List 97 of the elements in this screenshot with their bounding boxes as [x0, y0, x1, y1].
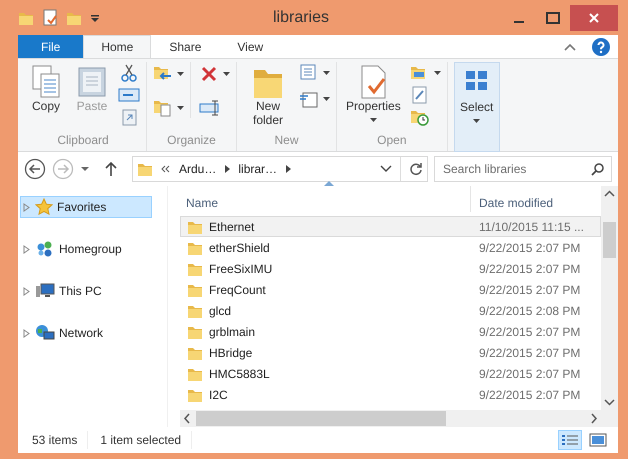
- date-modified: 9/22/2015 2:07 PM: [478, 240, 582, 256]
- group-label: Open: [376, 132, 408, 149]
- details-view-icon: [560, 432, 580, 448]
- caret-icon[interactable]: [370, 118, 377, 124]
- date-modified: 9/22/2015 2:07 PM: [478, 282, 582, 298]
- expand-arrow-icon[interactable]: [23, 202, 31, 212]
- window-title: libraries: [272, 8, 330, 28]
- date-modified: 9/22/2015 2:07 PM: [478, 324, 582, 340]
- file-name: glcd: [209, 302, 232, 320]
- rename-icon[interactable]: [199, 98, 221, 118]
- ribbon-tab[interactable]: File: [18, 35, 84, 58]
- file-row[interactable]: grblmain 9/22/2015 2:07 PM: [180, 321, 601, 342]
- nav-item[interactable]: Favorites: [20, 196, 152, 218]
- scroll-thumb[interactable]: [603, 222, 616, 258]
- column-header[interactable]: Name: [180, 194, 470, 212]
- caret-icon[interactable]: [323, 96, 330, 102]
- caret-icon[interactable]: [223, 72, 230, 76]
- easy-access-icon[interactable]: [299, 90, 319, 108]
- refresh-icon[interactable]: [409, 162, 423, 176]
- expand-arrow-icon[interactable]: [23, 328, 31, 338]
- close-icon: [588, 12, 600, 24]
- nav-item[interactable]: Network: [20, 322, 152, 344]
- ribbon-button[interactable]: Properties: [343, 62, 404, 130]
- date-modified: 9/22/2015 2:07 PM: [478, 260, 582, 278]
- sort-arrow-icon: [324, 180, 334, 186]
- caret-icon[interactable]: [434, 70, 441, 76]
- breadcrumb[interactable]: librar…: [238, 160, 278, 178]
- large-icons-view-icon: [588, 432, 608, 448]
- group-label: New: [273, 132, 300, 149]
- file-row[interactable]: glcd 9/22/2015 2:08 PM: [180, 300, 601, 321]
- file-row[interactable]: HMC5883L 9/22/2015 2:07 PM: [180, 363, 601, 384]
- select-button[interactable]: Select: [454, 62, 500, 152]
- file-row[interactable]: Ethernet 11/10/2015 11:15 ...: [180, 216, 601, 237]
- expand-arrow-icon[interactable]: [23, 286, 31, 296]
- file-name: etherShield: [209, 240, 270, 256]
- nav-item[interactable]: This PC: [20, 280, 152, 302]
- file-row[interactable]: HBridge 9/22/2015 2:07 PM: [180, 342, 601, 363]
- dropdown-icon[interactable]: [380, 165, 392, 173]
- collapse-ribbon-icon[interactable]: [564, 42, 576, 52]
- delete-icon[interactable]: [199, 64, 219, 84]
- copy-path-icon[interactable]: [118, 86, 140, 104]
- close-button[interactable]: [570, 4, 618, 30]
- file-name: FreeSixIMU: [209, 260, 272, 278]
- expand-arrow-icon[interactable]: [23, 244, 31, 254]
- computer-icon: [35, 282, 55, 300]
- overflow-chevron-icon[interactable]: [161, 165, 171, 173]
- file-row[interactable]: etherShield 9/22/2015 2:07 PM: [180, 237, 601, 258]
- chevron-right-icon[interactable]: [224, 165, 230, 173]
- ribbon-tab[interactable]: View: [219, 35, 282, 58]
- up-button[interactable]: [104, 161, 118, 177]
- file-row[interactable]: FreeSixIMU 9/22/2015 2:07 PM: [180, 258, 601, 279]
- file-name: I2C: [209, 386, 228, 404]
- group-label: Clipboard: [56, 132, 110, 149]
- customize-menu-icon[interactable]: [90, 12, 100, 22]
- ribbon-button[interactable]: Copy: [26, 62, 66, 116]
- search-icon[interactable]: [591, 162, 605, 176]
- file-row[interactable]: I2C 9/22/2015 2:07 PM: [180, 384, 601, 405]
- date-modified: 9/22/2015 2:07 PM: [478, 344, 582, 362]
- ribbon-button[interactable]: New folder: [243, 62, 293, 130]
- minimize-icon: [514, 20, 524, 22]
- caret-icon[interactable]: [177, 106, 184, 110]
- file-name: HMC5883L: [209, 366, 270, 382]
- view-button[interactable]: [558, 430, 582, 450]
- maximize-icon: [546, 12, 560, 24]
- file-name: HBridge: [209, 344, 252, 362]
- nav-item[interactable]: Homegroup: [20, 238, 152, 260]
- star-icon: [35, 198, 53, 216]
- history-icon[interactable]: [410, 108, 430, 126]
- chevron-right-icon[interactable]: [285, 165, 292, 173]
- ribbon-tab[interactable]: Share: [151, 35, 220, 58]
- search-box[interactable]: Search libraries: [434, 156, 612, 182]
- horizontal-scrollbar[interactable]: [180, 410, 618, 427]
- breadcrumb[interactable]: Ardu…: [179, 160, 216, 178]
- caret-icon[interactable]: [177, 72, 184, 76]
- ribbon-tab[interactable]: Home: [83, 35, 152, 58]
- scroll-thumb[interactable]: [196, 411, 446, 426]
- globe-monitor-icon: [35, 324, 55, 342]
- file-name: Ethernet: [209, 218, 254, 236]
- date-modified: 11/10/2015 11:15 ...: [478, 218, 585, 236]
- properties-icon[interactable]: [42, 8, 58, 26]
- address-bar[interactable]: Ardu… librar…: [132, 156, 428, 182]
- back-button[interactable]: [24, 158, 46, 180]
- date-modified: 9/22/2015 2:08 PM: [478, 302, 582, 320]
- group-label: Organize: [166, 132, 217, 149]
- date-modified: 9/22/2015 2:07 PM: [478, 366, 582, 382]
- caret-icon[interactable]: [323, 70, 330, 76]
- caret-icon[interactable]: [473, 119, 480, 124]
- selection-count: 1 item selected: [88, 431, 192, 449]
- file-name: grblmain: [209, 324, 256, 340]
- date-modified: 9/22/2015 2:07 PM: [478, 386, 582, 404]
- help-icon[interactable]: [592, 38, 610, 56]
- file-name: FreqCount: [209, 282, 266, 298]
- item-count: 53 items: [26, 431, 88, 449]
- folder-icon: [137, 161, 153, 177]
- file-row[interactable]: FreqCount 9/22/2015 2:07 PM: [180, 279, 601, 300]
- vertical-scrollbar[interactable]: [601, 186, 618, 410]
- dropdown-icon[interactable]: [80, 165, 90, 173]
